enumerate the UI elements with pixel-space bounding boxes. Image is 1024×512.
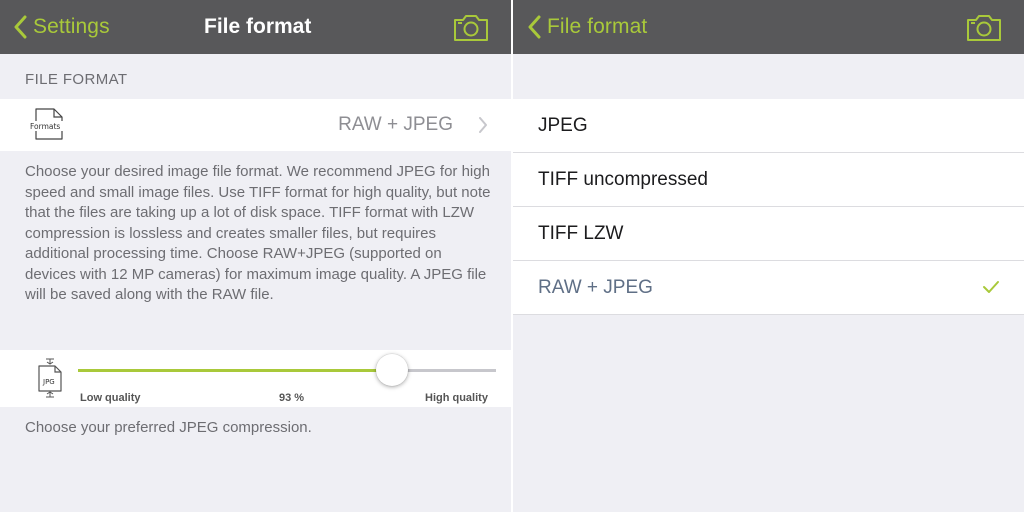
jpg-compression-icon: JPG bbox=[35, 358, 65, 398]
selected-format-value: RAW + JPEG bbox=[338, 114, 453, 135]
checkmark-icon bbox=[982, 280, 1000, 299]
camera-icon[interactable] bbox=[452, 11, 490, 43]
back-button-settings[interactable]: Settings bbox=[13, 0, 110, 54]
section-header-file-format: FILE FORMAT bbox=[25, 71, 128, 88]
formats-file-icon: Formats bbox=[28, 107, 68, 141]
format-option-raw-jpeg[interactable]: RAW + JPEG bbox=[513, 261, 1024, 315]
slider-max-label: High quality bbox=[425, 392, 488, 404]
format-option-tiff-lzw[interactable]: TIFF LZW bbox=[513, 207, 1024, 261]
format-option-label: RAW + JPEG bbox=[538, 277, 653, 298]
navigation-bar: Settings File format bbox=[0, 0, 511, 54]
slider-thumb[interactable] bbox=[375, 354, 408, 386]
chevron-left-icon bbox=[527, 15, 541, 39]
slider-fill bbox=[78, 369, 392, 372]
back-button-label: File format bbox=[547, 15, 648, 38]
chevron-right-icon bbox=[478, 117, 488, 138]
file-format-row[interactable]: Formats RAW + JPEG bbox=[0, 99, 511, 151]
navigation-bar: File format bbox=[513, 0, 1024, 54]
slider-value-label: 93 % bbox=[279, 392, 305, 404]
camera-icon[interactable] bbox=[965, 11, 1003, 43]
format-option-tiff-uncompressed[interactable]: TIFF uncompressed bbox=[513, 153, 1024, 207]
slider-min-label: Low quality bbox=[80, 392, 141, 404]
back-button-file-format[interactable]: File format bbox=[527, 0, 647, 54]
format-option-jpeg[interactable]: JPEG bbox=[513, 99, 1024, 153]
format-option-label: JPEG bbox=[538, 115, 588, 136]
jpeg-compression-row: JPG Low quality 93 % High quality bbox=[0, 350, 511, 407]
format-option-list: JPEG TIFF uncompressed TIFF LZW RAW + JPEG bbox=[513, 99, 1024, 315]
chevron-left-icon bbox=[13, 15, 27, 39]
compression-footer-note: Choose your preferred JPEG compression. bbox=[25, 419, 312, 436]
file-format-description: Choose your desired image file format. W… bbox=[25, 163, 491, 303]
format-option-label: TIFF uncompressed bbox=[538, 169, 708, 190]
page-title: File format bbox=[204, 15, 312, 38]
formats-icon-text: Formats bbox=[30, 122, 60, 131]
back-button-label: Settings bbox=[33, 15, 110, 38]
jpeg-quality-slider[interactable] bbox=[78, 354, 496, 386]
file-format-settings-screen: Settings File format FILE FORMAT Formats… bbox=[0, 0, 511, 512]
file-format-picker-screen: File format JPEG TIFF uncompressed TIFF LZ… bbox=[513, 0, 1024, 512]
jpg-icon-text: JPG bbox=[42, 378, 55, 386]
format-option-label: TIFF LZW bbox=[538, 223, 624, 244]
